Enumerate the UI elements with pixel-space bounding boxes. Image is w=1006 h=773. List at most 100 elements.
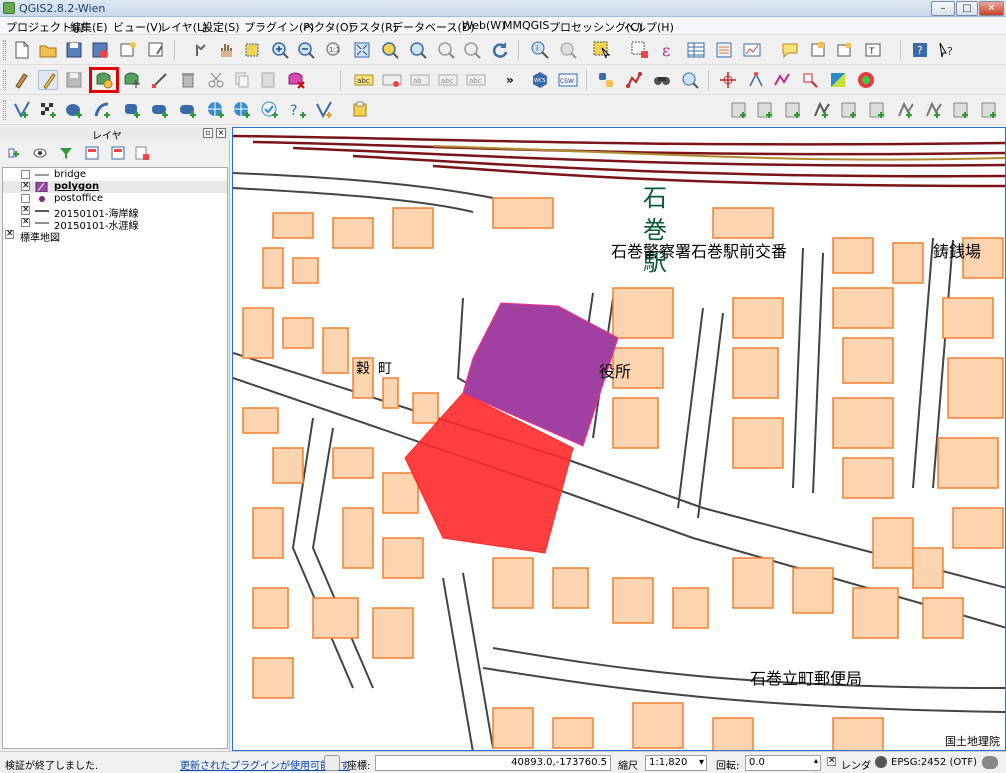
gsi-tile-icon-4[interactable] (812, 100, 832, 120)
layer-item-coastline[interactable]: ✕ 20150101-海岸線 (3, 205, 227, 220)
open-attribute-table-icon[interactable] (686, 40, 706, 60)
metasearch-icon[interactable] (680, 70, 700, 90)
layer-visibility-checkbox[interactable]: ✕ (21, 206, 30, 215)
gsi-tile-icon-7[interactable] (896, 100, 916, 120)
zoom-last-icon[interactable] (436, 40, 456, 60)
select-features-icon[interactable] (592, 40, 612, 60)
messages-icon[interactable] (982, 756, 998, 769)
new-shapefile-layer-icon[interactable] (314, 100, 334, 120)
zoom-out-icon[interactable] (296, 40, 316, 60)
layer-item-bridge[interactable]: bridge (3, 169, 227, 181)
show-hide-labels-icon[interactable]: abc (438, 70, 458, 90)
gsi-tile-icon-6[interactable] (868, 100, 888, 120)
current-edits-icon[interactable] (12, 70, 32, 90)
toggle-editing-icon[interactable] (38, 70, 58, 90)
layer-visibility-checkbox[interactable]: ✕ (5, 230, 14, 239)
panel-close-icon[interactable]: × (216, 128, 226, 138)
new-project-icon[interactable] (12, 40, 32, 60)
crs-status[interactable]: EPSG:2452 (OTF) (891, 757, 977, 768)
close-button[interactable]: ✕ (979, 1, 1004, 16)
panel-float-icon[interactable]: ▫ (203, 128, 213, 138)
move-feature-icon[interactable] (122, 70, 142, 90)
open-project-icon[interactable] (38, 40, 58, 60)
coordinate-toggle-icon[interactable] (324, 755, 340, 771)
pan-map-icon[interactable] (216, 40, 236, 60)
add-mssql-layer-icon[interactable] (122, 100, 142, 120)
georeferencer-icon[interactable] (624, 70, 644, 90)
whats-this-icon[interactable]: ? (936, 40, 956, 60)
cut-features-icon[interactable] (206, 70, 226, 90)
heatmap-icon[interactable] (856, 70, 876, 90)
identify-features-icon[interactable]: i (530, 40, 550, 60)
highlight-pinned-labels-icon[interactable] (382, 70, 402, 90)
run-feature-action-icon[interactable] (558, 40, 578, 60)
menu-edit[interactable]: 編集(E) (70, 19, 108, 35)
pin-labels-icon[interactable]: ab (410, 70, 430, 90)
add-wms-layer-icon[interactable] (206, 100, 226, 120)
vertex-tool-icon[interactable] (746, 70, 766, 90)
delete-part-icon[interactable] (286, 70, 306, 90)
gsi-tile-icon-9[interactable] (952, 100, 972, 120)
label-tool-icon[interactable]: abc (354, 70, 374, 90)
new-map-tip-icon[interactable] (780, 40, 800, 60)
toolbar-overflow-chevron[interactable]: » (506, 73, 514, 87)
layer-item-waterline[interactable]: ✕ 20150101-水涯線 (3, 217, 227, 232)
gsi-tile-icon-1[interactable] (730, 100, 750, 120)
filter-legend-icon[interactable] (58, 145, 74, 161)
expand-all-icon[interactable] (84, 145, 100, 161)
trace-digitize-icon[interactable] (772, 70, 792, 90)
paste-features-icon[interactable] (258, 70, 278, 90)
add-vector-layer-icon[interactable] (12, 100, 32, 120)
gsi-tile-icon-10[interactable] (980, 100, 1000, 120)
scale-combobox[interactable]: 1:1,820 ▾ (645, 755, 707, 771)
menu-settings[interactable]: 設定(S) (202, 19, 240, 35)
python-console-icon[interactable] (596, 70, 616, 90)
menu-help[interactable]: ヘルプ(H) (624, 19, 674, 35)
zoom-in-icon[interactable] (270, 40, 290, 60)
coordinate-capture-icon[interactable] (718, 70, 738, 90)
collapse-all-icon[interactable] (110, 145, 126, 161)
refresh-icon[interactable] (490, 40, 510, 60)
render-checkbox[interactable]: ✕ (827, 757, 836, 766)
field-calculator-icon[interactable] (714, 40, 734, 60)
gps-tools-icon[interactable] (652, 70, 672, 90)
new-bookmark-icon[interactable] (808, 40, 828, 60)
layer-item-polygon[interactable]: ✕ polygon (3, 181, 227, 193)
add-db2-layer-icon[interactable] (178, 100, 198, 120)
menu-web[interactable]: Web(W) (462, 19, 505, 32)
gsi-tile-icon-2[interactable] (756, 100, 776, 120)
save-project-icon[interactable] (64, 40, 84, 60)
remove-layer-icon[interactable] (134, 145, 150, 161)
manage-layer-visibility-icon[interactable] (32, 145, 48, 161)
copy-features-icon[interactable] (232, 70, 252, 90)
layer-visibility-checkbox[interactable]: ✕ (21, 182, 30, 191)
layer-visibility-checkbox[interactable] (21, 170, 30, 179)
minimize-button[interactable]: – (931, 1, 955, 16)
show-bookmarks-icon[interactable] (834, 40, 854, 60)
add-raster-layer-icon[interactable] (38, 100, 58, 120)
shape-tool-icon[interactable] (800, 70, 820, 90)
add-spatialite-layer-icon[interactable] (92, 100, 112, 120)
add-oracle-layer-icon[interactable] (150, 100, 170, 120)
help-contents-icon[interactable]: ? (910, 40, 930, 60)
rotation-spinbox[interactable]: 0.0 ▴▾ (745, 755, 821, 773)
deselect-features-icon[interactable] (630, 40, 650, 60)
zoom-full-icon[interactable] (352, 40, 372, 60)
add-wmts-layer-icon[interactable] (232, 100, 252, 120)
layer-visibility-checkbox[interactable]: ✕ (21, 218, 30, 227)
new-spatialite-layer-icon[interactable] (350, 100, 370, 120)
layer-item-postoffice[interactable]: postoffice (3, 193, 227, 205)
add-group-icon[interactable] (6, 145, 22, 161)
add-csw-layer-icon[interactable]: CSW (558, 70, 578, 90)
menu-vector[interactable]: ベクタ(O) (303, 19, 353, 35)
gsi-tile-icon-3[interactable] (784, 100, 804, 120)
menu-mmqgis[interactable]: MMQGIS (503, 19, 549, 32)
zoom-native-icon[interactable]: 1:1 (324, 40, 344, 60)
touch-zoom-icon[interactable] (190, 40, 210, 60)
crs-icon[interactable] (875, 756, 887, 768)
move-label-icon[interactable]: abc (466, 70, 486, 90)
composer-manager-icon[interactable] (146, 40, 166, 60)
map-canvas[interactable]: 石 巻 駅 石巻警察署石巻駅前交番 鋳銭場 穀町 役所 石巻立町郵便局 国土地理… (232, 127, 1006, 751)
add-postgis-layer-icon[interactable] (64, 100, 84, 120)
zoom-next-icon[interactable] (462, 40, 482, 60)
